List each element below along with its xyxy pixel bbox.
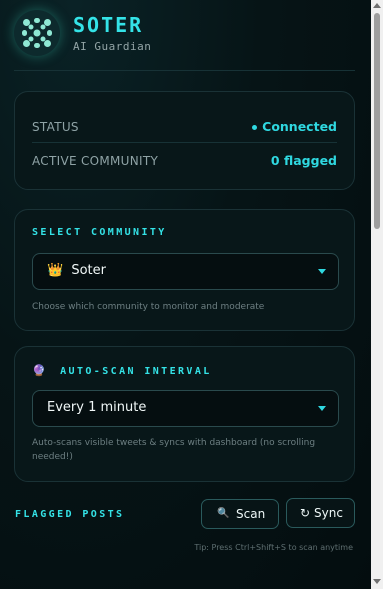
scrollbar-thumb[interactable] xyxy=(374,13,380,229)
active-community-row: ACTIVE COMMUNITY 0 flagged xyxy=(32,146,337,176)
community-select-value: Soter xyxy=(71,263,106,278)
magnifier-icon: 🔍 xyxy=(217,508,230,519)
flagged-posts-title: FLAGGED POSTS xyxy=(15,509,125,520)
select-community-card: SELECT COMMUNITY 👑 Soter Choose which co… xyxy=(14,209,355,331)
crystal-ball-icon: 🔮 xyxy=(32,364,46,377)
community-hint: Choose which community to monitor and mo… xyxy=(32,302,265,312)
header: Soter AI Guardian xyxy=(14,10,355,71)
vertical-scrollbar[interactable] xyxy=(371,0,383,589)
app-title: Soter xyxy=(73,13,144,37)
extension-popup: Soter AI Guardian STATUS Connected ACTIV… xyxy=(0,0,371,589)
interval-select[interactable]: Every 1 minute xyxy=(32,390,339,427)
status-row: STATUS Connected xyxy=(32,112,337,143)
community-select[interactable]: 👑 Soter xyxy=(32,253,339,290)
select-community-title: SELECT COMMUNITY xyxy=(32,227,167,238)
interval-select-value: Every 1 minute xyxy=(47,400,147,415)
scan-button-label: Scan xyxy=(236,507,266,521)
flagged-count: 0 flagged xyxy=(270,153,337,168)
refresh-icon: ↻ xyxy=(300,506,311,520)
app-subtitle: AI Guardian xyxy=(73,40,152,53)
scan-button[interactable]: 🔍 Scan xyxy=(201,499,279,529)
active-community-label: ACTIVE COMMUNITY xyxy=(32,154,159,168)
sync-button-label: Sync xyxy=(314,506,343,520)
soter-logo-icon xyxy=(14,10,60,56)
scroll-up-arrow-icon[interactable] xyxy=(373,3,381,8)
crown-icon: 👑 xyxy=(47,263,64,278)
status-label: STATUS xyxy=(32,120,79,134)
scroll-down-arrow-icon[interactable] xyxy=(373,579,381,584)
interval-hint: Auto-scans visible tweets & syncs with d… xyxy=(32,438,316,462)
auto-scan-interval-card: 🔮 AUTO-SCAN INTERVAL Every 1 minute Auto… xyxy=(14,346,355,482)
status-card: STATUS Connected ACTIVE COMMUNITY 0 flag… xyxy=(14,91,355,190)
connected-dot-icon xyxy=(252,125,258,130)
sync-button[interactable]: ↻ Sync xyxy=(286,498,355,528)
auto-scan-title: 🔮 AUTO-SCAN INTERVAL xyxy=(32,364,212,377)
chevron-down-icon xyxy=(318,406,326,411)
status-value: Connected xyxy=(252,119,337,134)
chevron-down-icon xyxy=(318,269,326,274)
keyboard-tip: Tip: Press Ctrl+Shift+S to scan anytime xyxy=(194,543,353,552)
